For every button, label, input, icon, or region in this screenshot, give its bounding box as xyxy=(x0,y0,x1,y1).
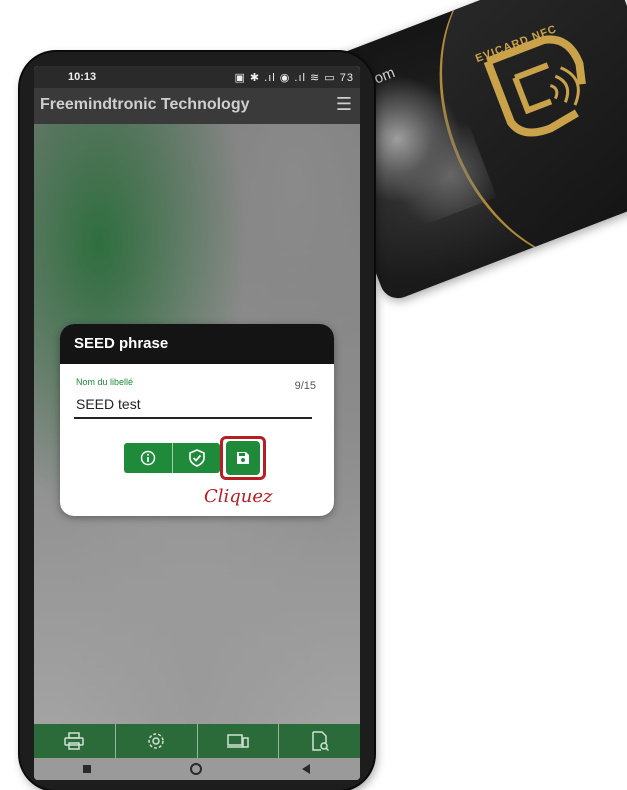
shield-icon xyxy=(189,449,205,467)
devices-icon xyxy=(226,734,249,748)
square-icon[interactable] xyxy=(82,764,92,774)
nav-settings[interactable] xyxy=(116,724,198,758)
back-triangle-icon[interactable] xyxy=(300,763,312,775)
app-title: Freemindtronic Technology xyxy=(40,96,250,113)
info-icon xyxy=(140,450,156,466)
status-time: 10:13 xyxy=(68,71,97,83)
phone-screen: 10:13 ▣ ✱ .ıl ◉ .ıl ≋ ▭ 73 Freemindtroni… xyxy=(34,66,360,780)
hamburger-menu-icon[interactable]: ☰ xyxy=(336,94,352,115)
nav-document-search[interactable] xyxy=(279,724,360,758)
nav-print[interactable] xyxy=(34,724,116,758)
label-input[interactable]: SEED test xyxy=(76,396,141,412)
dialog-title: SEED phrase xyxy=(60,324,334,364)
click-annotation: Cliquez xyxy=(204,486,273,507)
circle-icon[interactable] xyxy=(189,762,203,776)
action-button-group xyxy=(124,443,220,473)
save-highlight-box xyxy=(220,436,266,480)
bottom-navigation xyxy=(34,724,360,758)
label-field-label: Nom du libellé xyxy=(76,377,134,387)
status-icons: ▣ ✱ .ıl ◉ .ıl ≋ ▭ 73 xyxy=(234,72,354,84)
shield-button[interactable] xyxy=(172,443,221,473)
seed-phrase-dialog: SEED phrase Nom du libellé 9/15 SEED tes… xyxy=(60,324,334,516)
status-bar: 10:13 ▣ ✱ .ıl ◉ .ıl ≋ ▭ 73 xyxy=(34,66,360,88)
nav-devices[interactable] xyxy=(198,724,280,758)
input-underline xyxy=(74,417,312,419)
document-search-icon xyxy=(311,731,329,751)
gear-icon xyxy=(148,733,164,749)
info-button[interactable] xyxy=(124,443,172,473)
char-counter: 9/15 xyxy=(294,380,316,392)
app-bar: Freemindtronic Technology ☰ xyxy=(34,88,360,124)
printer-icon xyxy=(64,732,85,750)
system-navigation-bar xyxy=(34,758,360,780)
